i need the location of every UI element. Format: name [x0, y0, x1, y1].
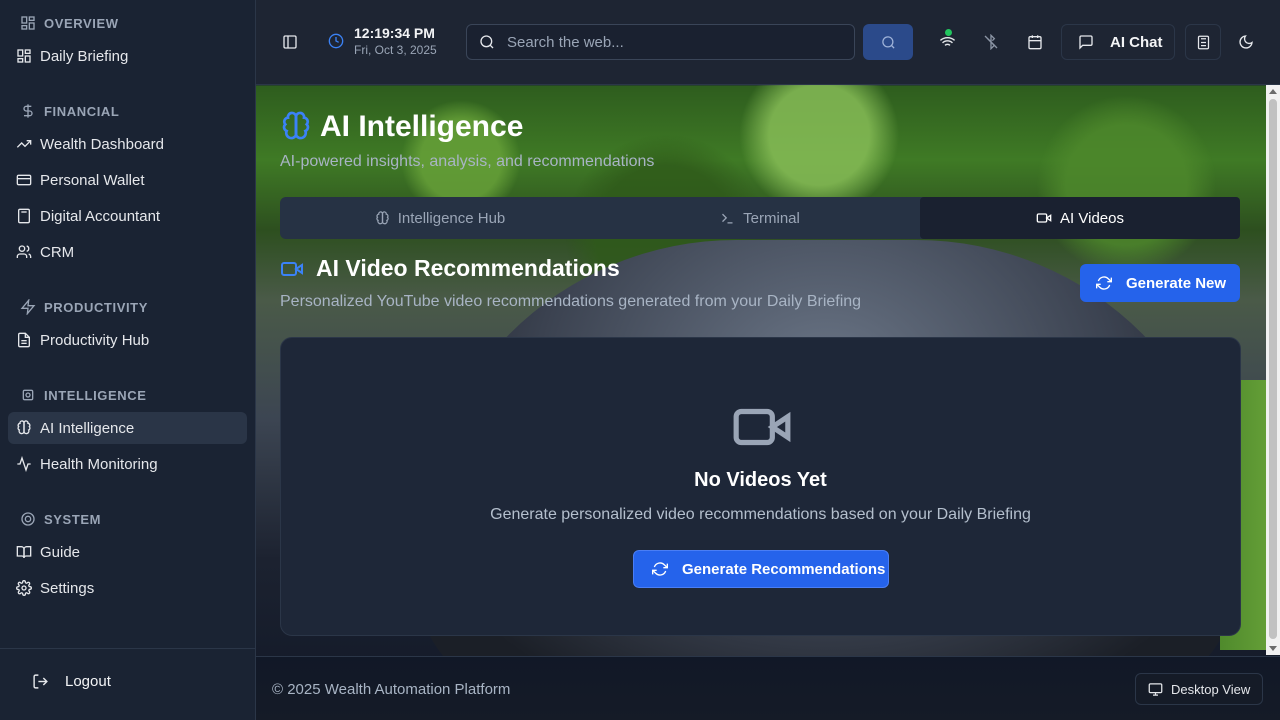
sidebar-item-label: CRM: [40, 243, 75, 261]
grid-icon: [21, 16, 35, 30]
wallet-icon: [16, 174, 32, 186]
calculator-button[interactable]: [1185, 24, 1221, 60]
tab-intelligence-hub[interactable]: Intelligence Hub: [280, 197, 600, 239]
sidebar-item-ai-intelligence[interactable]: AI Intelligence: [8, 412, 247, 444]
cpu-icon: [22, 389, 34, 401]
sidebar-item-wealth-dashboard[interactable]: Wealth Dashboard: [8, 128, 247, 160]
brain-icon: [17, 420, 31, 435]
page-title: AI Intelligence: [280, 110, 523, 144]
sidebar-item-label: Productivity Hub: [40, 331, 150, 349]
section-financial: FINANCIAL: [20, 103, 119, 119]
sidebar-item-productivity-hub[interactable]: Productivity Hub: [8, 324, 247, 356]
sidebar-item-label: Settings: [40, 579, 95, 597]
desktop-view-button[interactable]: Desktop View: [1135, 673, 1263, 705]
sidebar-item-label: Daily Briefing: [40, 47, 129, 65]
calendar-icon: [1028, 35, 1042, 50]
sidebar-item-label: Wealth Dashboard: [40, 135, 164, 153]
sidebar-item-guide[interactable]: Guide: [8, 536, 247, 568]
generate-recommendations-button[interactable]: Generate Recommendations: [633, 550, 889, 588]
section-intelligence: INTELLIGENCE: [20, 387, 147, 403]
dollar-icon: [23, 104, 33, 118]
clock-icon: [328, 33, 344, 49]
search-input[interactable]: [507, 33, 837, 51]
section-system: SYSTEM: [20, 511, 101, 527]
section-overview: OVERVIEW: [20, 15, 119, 31]
empty-state-title: No Videos Yet: [694, 469, 827, 491]
video-icon: [1036, 213, 1052, 223]
dashboard-icon: [17, 49, 31, 63]
sidebar-item-label: Digital Accountant: [40, 207, 161, 225]
copyright-text: © 2025 Wealth Automation Platform: [272, 681, 511, 698]
sidebar-item-label: Guide: [40, 543, 81, 561]
section-subtitle: Personalized YouTube video recommendatio…: [280, 293, 862, 310]
document-icon: [18, 332, 30, 348]
bluetooth-off-button[interactable]: [975, 26, 1007, 58]
monitor-icon: [1148, 682, 1163, 696]
sidebar-item-crm[interactable]: CRM: [8, 236, 247, 268]
generate-new-button[interactable]: Generate New: [1080, 264, 1240, 302]
brain-icon: [282, 111, 310, 140]
sidebar-item-label: Health Monitoring: [40, 455, 158, 473]
calendar-button[interactable]: [1019, 26, 1051, 58]
current-date: Fri, Oct 3, 2025: [354, 43, 437, 57]
sidebar-item-health-monitoring[interactable]: Health Monitoring: [8, 448, 247, 480]
video-icon: [281, 261, 303, 276]
sidebar-footer: Logout: [0, 648, 255, 720]
search-submit-button[interactable]: [863, 24, 913, 60]
terminal-icon: [722, 213, 733, 223]
brain-icon: [376, 210, 389, 224]
sidebar: OVERVIEW Daily Briefing FINANCIAL Wealth…: [0, 0, 256, 720]
tab-ai-videos[interactable]: AI Videos: [920, 197, 1240, 239]
sidebar-item-digital-accountant[interactable]: Digital Accountant: [8, 200, 247, 232]
footer: © 2025 Wealth Automation Platform Deskto…: [256, 656, 1280, 720]
search-icon: [881, 35, 895, 49]
message-icon: [1079, 35, 1093, 50]
users-icon: [16, 245, 32, 258]
empty-state-card: No Videos Yet Generate personalized vide…: [280, 337, 1241, 636]
zap-icon: [20, 299, 36, 315]
sidebar-item-personal-wallet[interactable]: Personal Wallet: [8, 164, 247, 196]
theme-toggle-button[interactable]: [1230, 26, 1262, 58]
wifi-icon: [939, 36, 955, 46]
activity-icon: [17, 456, 31, 472]
sidebar-item-label: AI Intelligence: [40, 419, 135, 437]
current-time: 12:19:34 PM: [354, 25, 435, 41]
refresh-icon: [652, 562, 668, 576]
sidebar-item-settings[interactable]: Settings: [8, 572, 247, 604]
search-bar: [466, 24, 855, 60]
calculator-icon: [18, 208, 30, 224]
wifi-status-button[interactable]: [931, 26, 963, 58]
top-bar: 12:19:34 PM Fri, Oct 3, 2025 AI Chat: [256, 0, 1280, 85]
sidebar-item-label: Personal Wallet: [40, 171, 145, 189]
main-scrollbar[interactable]: [1266, 85, 1280, 655]
ai-chat-button[interactable]: AI Chat: [1061, 24, 1175, 60]
sidebar-toggle-button[interactable]: [274, 26, 306, 58]
empty-state-subtitle: Generate personalized video recommendati…: [490, 506, 1031, 523]
online-indicator: [945, 29, 952, 36]
moon-icon: [1239, 35, 1253, 49]
lifebuoy-icon: [21, 512, 35, 526]
panel-left-icon: [283, 35, 297, 49]
refresh-icon: [1096, 276, 1112, 290]
logout-icon: [33, 674, 48, 689]
sidebar-item-daily-briefing[interactable]: Daily Briefing: [8, 40, 247, 72]
logout-button[interactable]: Logout: [32, 673, 111, 690]
book-icon: [16, 546, 32, 559]
section-productivity: PRODUCTIVITY: [20, 299, 148, 315]
tab-bar: Intelligence Hub Terminal AI Videos: [280, 197, 1240, 239]
calculator-icon: [1197, 35, 1209, 49]
trending-up-icon: [16, 140, 32, 148]
video-icon: [733, 408, 791, 446]
clock-widget: 12:19:34 PM Fri, Oct 3, 2025: [328, 25, 437, 57]
search-icon: [480, 35, 494, 49]
bluetooth-off-icon: [984, 34, 998, 50]
gear-icon: [16, 580, 32, 596]
tab-terminal[interactable]: Terminal: [600, 197, 920, 239]
section-title: AI Video Recommendations: [280, 255, 620, 282]
page-subtitle: AI-powered insights, analysis, and recom…: [280, 153, 655, 170]
